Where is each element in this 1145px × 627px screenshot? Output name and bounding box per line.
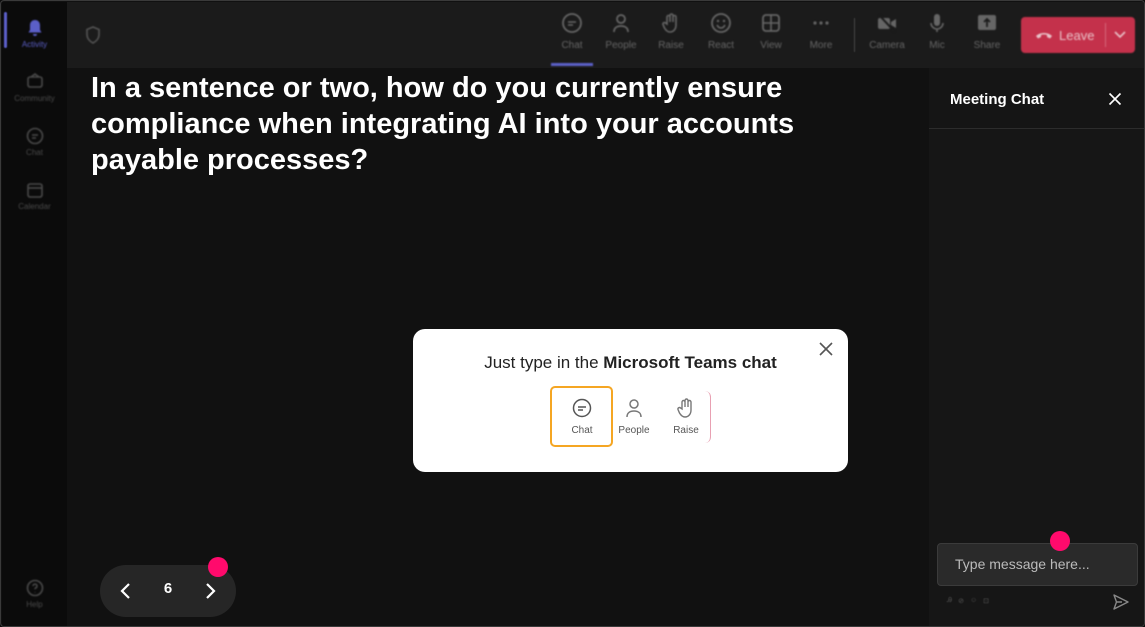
camera-icon [878,14,896,33]
toolbar-raise-button[interactable]: Raise [649,12,693,62]
share-icon [978,15,996,30]
popup-item-label: Raise [673,425,699,436]
app-rail: Activity Community Chat Calendar Help [2,2,67,626]
click-marker [1050,531,1070,551]
teams-meeting-window: Activity Community Chat Calendar Help Ch… [0,0,1145,627]
rail-item-calendar[interactable]: Calendar [2,174,67,224]
click-marker [208,557,228,577]
format-icon[interactable]: Ꭿ [947,597,952,607]
more-icon [813,21,829,25]
toolbar-share-button[interactable]: Share [965,12,1009,62]
rail-label: Calendar [18,202,51,211]
toolbar-react-button[interactable]: React [699,12,743,62]
popup-item-label: Chat [571,425,593,436]
react-icon [711,13,731,33]
hang-up-icon [1036,33,1052,39]
rail-label: Chat [26,148,43,157]
chevron-right-icon[interactable] [198,579,222,603]
popup-item-label: People [618,425,650,436]
toolbar-camera-button[interactable]: Camera [865,12,909,62]
popup-message-bold: Microsoft Teams chat [603,353,777,372]
popup-people-item: People [609,389,659,445]
toolbar-mic-button[interactable]: Mic [915,12,959,62]
active-tab-indicator [551,63,593,66]
rail-label: Activity [21,40,48,49]
toolbar-label: Raise [658,40,684,51]
popup-message-prefix: Just type in the [484,353,604,372]
teams-chat-hint-popup: Just type in the Microsoft Teams chat Ch… [413,329,848,472]
chevron-down-icon[interactable] [1113,27,1127,41]
bell-icon [28,20,41,36]
toolbar-label: Camera [869,40,905,51]
chevron-left-icon[interactable] [114,579,138,603]
community-icon [26,73,43,88]
people-icon [613,14,629,33]
slide-question: In a sentence or two, how do you current… [91,72,795,176]
rail-item-community[interactable]: Community [2,66,67,116]
chat-title: Meeting Chat [950,91,1045,108]
meeting-toolbar: Chat People Raise React View More Camera [67,2,1144,68]
leave-label: Leave [1059,27,1095,43]
toolbar-label: Share [973,40,1001,51]
toolbar-label: View [760,40,782,51]
rail-label: Help [26,600,43,609]
toolbar-label: Chat [561,40,583,51]
meeting-chat-panel: Meeting Chat Type message here... Ꭿ ⊘ ☺ … [929,68,1144,626]
toolbar-label: Mic [929,40,945,51]
attach-icon[interactable]: ⊘ [958,597,964,607]
mic-icon [930,14,944,32]
view-grid-icon [762,14,780,32]
chat-message-input[interactable]: Type message here... [937,543,1138,586]
toolbar-people-button[interactable]: People [599,12,643,62]
popup-chat-item: Chat [557,389,607,445]
toolbar-more-button[interactable]: More [799,12,843,62]
chat-icon [562,13,582,33]
leave-button[interactable]: Leave [1021,17,1135,53]
chat-icon [572,398,592,418]
chat-icon [26,127,43,145]
slide-number: 6 [163,580,173,597]
rail-item-chat[interactable]: Chat [2,120,67,170]
rail-item-help[interactable]: Help [2,572,67,622]
chat-header: Meeting Chat [929,68,1144,129]
people-icon [626,399,642,418]
popup-message: Just type in the Microsoft Teams chat [413,353,848,373]
send-icon[interactable] [1112,593,1130,611]
close-icon[interactable] [1108,92,1122,106]
rail-item-activity[interactable]: Activity [2,12,67,62]
toolbar-divider [854,18,855,52]
toolbar-label: React [707,40,735,51]
toolbar-label: People [605,40,637,51]
toolbar-view-button[interactable]: View [749,12,793,62]
emoji-icon[interactable]: ☺ [970,597,977,607]
toolbar-label: More [809,40,833,51]
help-icon [26,579,43,597]
rail-label: Community [14,94,55,103]
chat-format-tools: Ꭿ ⊘ ☺ ⊡ [947,597,1007,607]
gif-icon[interactable]: ⊡ [983,597,989,607]
toolbar-chat-button[interactable]: Chat [550,12,594,62]
leave-divider [1105,23,1106,47]
calendar-icon [26,183,43,198]
raise-hand-icon [662,13,677,33]
shield-icon [86,26,100,44]
popup-edge-accent [703,391,711,443]
raise-hand-icon [677,398,692,418]
